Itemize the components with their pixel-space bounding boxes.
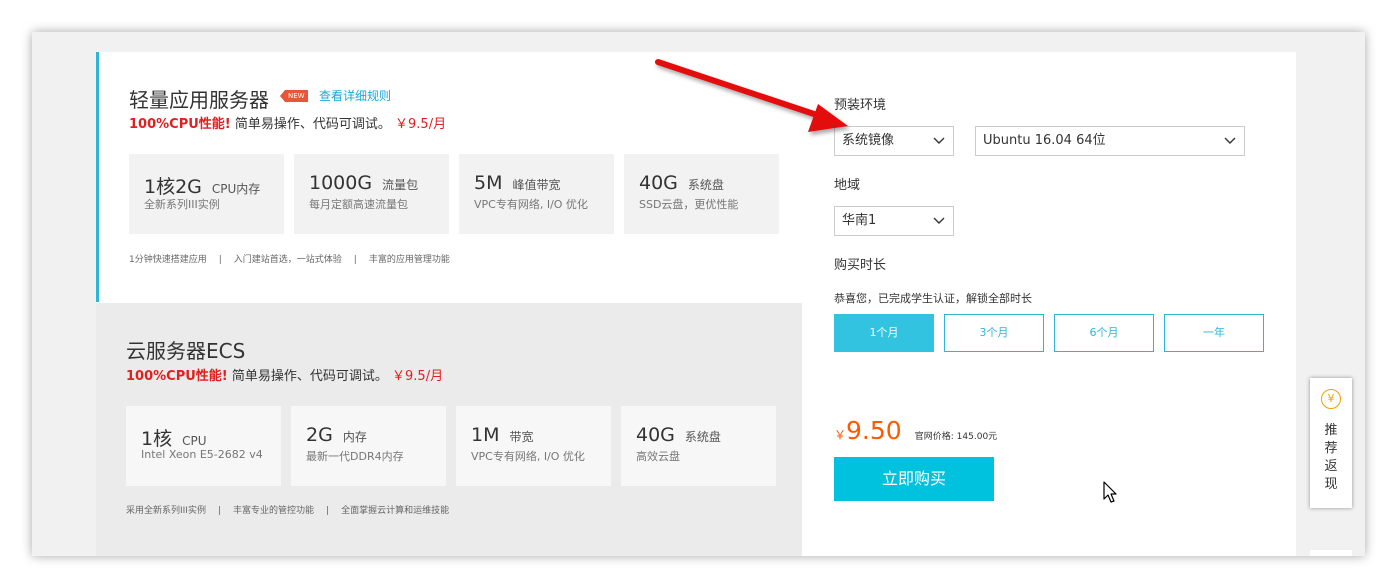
spec-card: 1核 CPU Intel Xeon E5-2682 v4: [126, 406, 281, 486]
ecs-panel[interactable]: 云服务器ECS 100%CPU性能! 简单易操作、代码可调试。 ￥9.5/月 1…: [96, 303, 802, 556]
details-link[interactable]: 查看详细规则: [319, 87, 391, 104]
cashback-label-text: 推荐返现: [1324, 423, 1338, 492]
region-value: 华南1: [842, 213, 877, 228]
feature-item: 丰富的应用管理功能: [368, 255, 450, 265]
cashback-widget[interactable]: ¥ 推荐返现: [1310, 378, 1352, 508]
duration-label: 购买时长: [834, 258, 887, 273]
image-type-select[interactable]: 系统镜像: [834, 126, 954, 156]
spec-value: 2G: [306, 424, 333, 446]
ecs-title: 云服务器ECS: [126, 339, 246, 363]
spec-desc: 全新系列III实例: [144, 198, 220, 211]
spec-card: 1M 带宽 VPC专有网络, I/O 优化: [456, 406, 611, 486]
yen-coin-icon: ¥: [1321, 389, 1341, 409]
buy-now-button[interactable]: 立即购买: [834, 457, 994, 501]
spec-desc: 最新一代DDR4内存: [306, 450, 404, 463]
spec-value: 40G: [639, 172, 678, 194]
region-label: 地域: [834, 178, 861, 193]
tagline-highlight: 100%CPU性能!: [126, 369, 228, 384]
spec-card: 40G 系统盘 高效云盘: [621, 406, 776, 486]
duration-option-3-months[interactable]: 3个月: [944, 314, 1044, 352]
duration-option-1-year[interactable]: 一年: [1164, 314, 1264, 352]
feature-item: 全面掌握云计算和运维技能: [341, 506, 450, 516]
lightweight-title: 轻量应用服务器: [129, 88, 269, 112]
spec-card: 40G 系统盘 SSD云盘，更优性能: [624, 154, 779, 234]
spec-value: 1M: [471, 424, 500, 446]
os-select[interactable]: Ubuntu 16.04 64位: [975, 126, 1245, 156]
spec-unit: CPU内存: [211, 182, 261, 196]
cashback-label: 推荐返现: [1310, 422, 1352, 494]
region-select[interactable]: 华南1: [834, 206, 954, 236]
tagline-text: 简单易操作、代码可调试。: [234, 117, 391, 132]
spec-card: 1000G 流量包 每月定额高速流量包: [294, 154, 449, 234]
spec-value: 1000G: [309, 172, 373, 194]
chevron-down-icon: [933, 137, 945, 144]
spec-unit: 流量包: [382, 178, 419, 192]
spec-unit: 系统盘: [687, 178, 724, 192]
spec-value: 1核: [141, 428, 173, 450]
feature-list: 采用全新系列III实例 | 丰富专业的管控功能 | 全面掌握云计算和运维技能: [126, 503, 449, 516]
student-note: 恭喜您，已完成学生认证，解锁全部时长: [834, 292, 1032, 305]
spec-card: 1核2G CPU内存 全新系列III实例: [129, 154, 284, 234]
lightweight-server-panel[interactable]: 轻量应用服务器 NEW 查看详细规则 100%CPU性能! 简单易操作、代码可调…: [96, 52, 804, 302]
feature-list: 1分钟快速搭建应用 | 入门建站首选，一站式体验 | 丰富的应用管理功能: [129, 252, 450, 265]
chevron-down-icon: [933, 217, 945, 224]
env-label: 预装环境: [834, 98, 887, 113]
feature-item: 丰富专业的管控功能: [233, 506, 315, 516]
lightweight-tagline: 100%CPU性能! 简单易操作、代码可调试。 ￥9.5/月: [129, 113, 446, 132]
page-frame: 轻量应用服务器 NEW 查看详细规则 100%CPU性能! 简单易操作、代码可调…: [32, 32, 1365, 556]
spec-desc: 每月定额高速流量包: [309, 198, 408, 211]
spec-unit: 带宽: [509, 430, 534, 444]
spec-unit: 峰值带宽: [512, 178, 561, 192]
spec-desc: Intel Xeon E5-2682 v4: [141, 448, 263, 461]
duration-option-6-months[interactable]: 6个月: [1054, 314, 1154, 352]
mouse-cursor-icon: [1103, 481, 1117, 503]
chevron-down-icon: [1224, 137, 1236, 144]
spec-desc: VPC专有网络, I/O 优化: [471, 450, 585, 463]
spec-unit: 内存: [342, 430, 367, 444]
edge-patch: [1310, 550, 1352, 556]
spec-desc: SSD云盘，更优性能: [639, 198, 739, 211]
official-price: 官网价格: 145.00元: [914, 432, 998, 442]
spec-value: 40G: [636, 424, 675, 446]
spec-desc: 高效云盘: [636, 450, 680, 463]
spec-desc: VPC专有网络, I/O 优化: [474, 198, 588, 211]
duration-option-1-month[interactable]: 1个月: [834, 314, 934, 352]
feature-divider: |: [217, 506, 222, 516]
feature-divider: |: [353, 255, 357, 265]
spec-card: 2G 内存 最新一代DDR4内存: [291, 406, 446, 486]
spec-unit: 系统盘: [684, 430, 721, 444]
spec-value: 5M: [474, 172, 503, 194]
feature-divider: |: [218, 255, 222, 265]
spec-card: 5M 峰值带宽 VPC专有网络, I/O 优化: [459, 154, 614, 234]
price-value: 9.50: [846, 416, 902, 445]
tagline-text: 简单易操作、代码可调试。: [231, 369, 388, 384]
feature-divider: |: [326, 506, 330, 516]
tagline-highlight: 100%CPU性能!: [129, 117, 231, 132]
tagline-price: ￥9.5/月: [395, 117, 447, 132]
os-value: Ubuntu 16.04 64位: [983, 133, 1106, 148]
feature-item: 入门建站首选，一站式体验: [233, 255, 342, 265]
feature-item: 采用全新系列III实例: [126, 506, 206, 516]
feature-item: 1分钟快速搭建应用: [129, 255, 207, 265]
tagline-price: ￥9.5/月: [392, 369, 444, 384]
spec-value: 1核2G: [144, 176, 202, 198]
new-badge: NEW: [280, 90, 308, 102]
image-type-value: 系统镜像: [842, 133, 895, 148]
spec-unit: CPU: [182, 434, 207, 448]
currency-symbol: ￥: [834, 428, 847, 442]
ecs-tagline: 100%CPU性能! 简单易操作、代码可调试。 ￥9.5/月: [126, 365, 443, 384]
price-display: ￥9.50 官网价格: 145.00元: [834, 416, 997, 445]
